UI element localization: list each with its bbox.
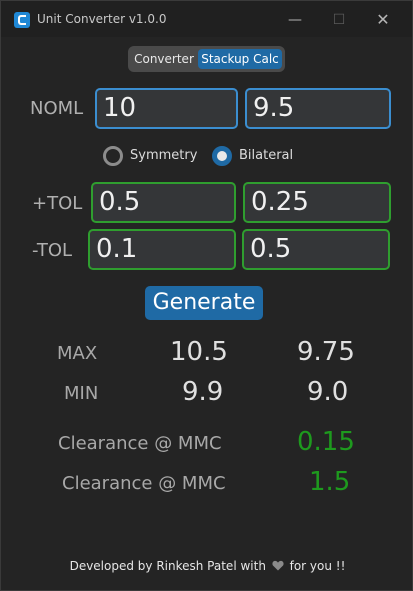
app-logo-icon	[14, 12, 30, 28]
min-value-1: 9.9	[182, 377, 224, 407]
max-value-2: 9.75	[297, 337, 355, 367]
clearance-label-1: Clearance @ MMC	[58, 433, 222, 454]
footer-suffix: for you !!	[289, 559, 346, 573]
heart-icon	[272, 560, 284, 571]
minus-tol-label: -TOL	[32, 240, 73, 261]
window-title: Unit Converter v1.0.0	[37, 12, 167, 26]
clearance-label-2: Clearance @ MMC	[62, 473, 226, 494]
title-bar[interactable]: Unit Converter v1.0.0 — ☐ ✕	[1, 1, 412, 37]
max-value-1: 10.5	[170, 337, 228, 367]
nominal-label: NOML	[30, 98, 84, 119]
radio-symmetry-circle-icon	[103, 146, 123, 166]
app-window: Unit Converter v1.0.0 — ☐ ✕ Converter St…	[0, 0, 413, 591]
maximize-button[interactable]: ☐	[319, 7, 359, 33]
footer-prefix: Developed by Rinkesh Patel with	[69, 559, 266, 573]
minus-tol-input-2[interactable]: 0.5	[242, 229, 390, 270]
tab-stackup-calc[interactable]: Stackup Calc	[198, 49, 282, 69]
min-label: MIN	[64, 383, 99, 404]
radio-bilateral-circle-icon	[212, 146, 232, 166]
clearance-value-2: 1.5	[309, 467, 351, 497]
generate-button[interactable]: Generate	[145, 286, 263, 320]
plus-tol-input-1[interactable]: 0.5	[91, 182, 236, 223]
radio-symmetry-label: Symmetry	[130, 148, 198, 163]
nominal-input-2[interactable]: 9.5	[245, 88, 391, 129]
min-value-2: 9.0	[307, 377, 349, 407]
close-button[interactable]: ✕	[363, 7, 403, 33]
radio-bilateral-label: Bilateral	[239, 148, 294, 163]
plus-tol-input-2[interactable]: 0.25	[243, 182, 391, 223]
clearance-value-1: 0.15	[297, 427, 355, 457]
plus-tol-label: +TOL	[32, 193, 83, 214]
minus-tol-input-1[interactable]: 0.1	[88, 229, 236, 270]
tab-converter[interactable]: Converter	[130, 49, 198, 69]
max-label: MAX	[57, 343, 98, 364]
nominal-input-1[interactable]: 10	[95, 88, 238, 129]
footer-credit: Developed by Rinkesh Patel with for you …	[1, 559, 413, 573]
mode-tabs: Converter Stackup Calc	[128, 46, 285, 72]
minimize-button[interactable]: —	[275, 7, 315, 33]
